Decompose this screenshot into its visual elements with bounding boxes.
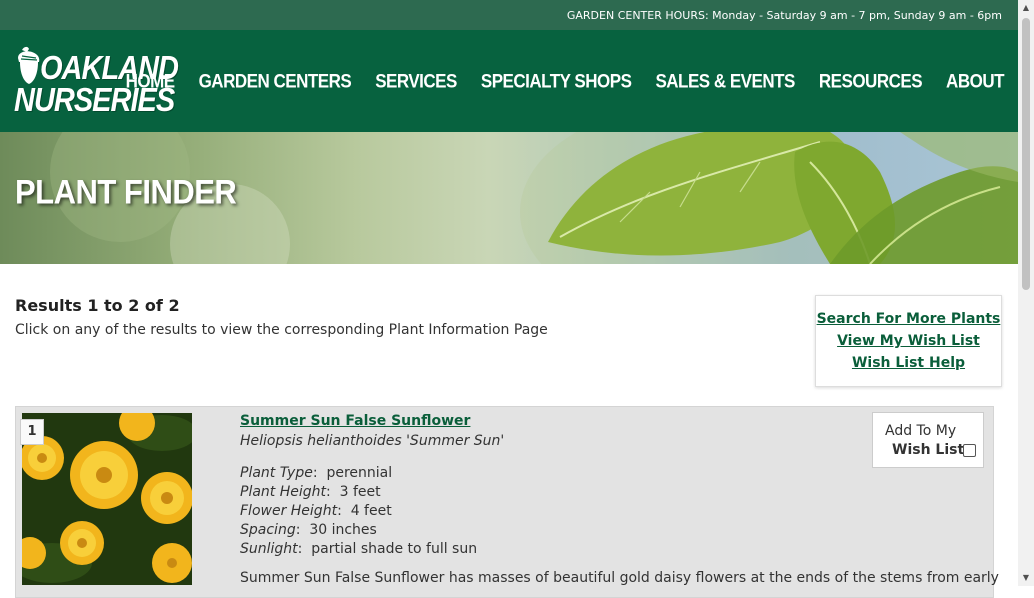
nav-home[interactable]: HOME [126, 71, 176, 93]
nav-specialty-shops[interactable]: SPECIALTY SHOPS [481, 71, 632, 93]
botanical-name: Heliopsis helianthoides 'Summer Sun' [240, 433, 505, 449]
nav-garden-centers[interactable]: GARDEN CENTERS [199, 71, 352, 93]
attr-plant-height: Plant Height: 3 feet [240, 484, 381, 500]
plant-photo[interactable] [22, 413, 192, 585]
wish-list-label-line-1: Add To My [885, 423, 957, 439]
scrollbar-thumb[interactable] [1022, 18, 1030, 290]
result-card: 1 Summer Sun False Sunflower Heliopsis h… [15, 406, 999, 598]
attr-sunlight: Sunlight: partial shade to full sun [240, 541, 478, 557]
nav-services[interactable]: SERVICES [375, 71, 457, 93]
results-instructions: Click on any of the results to view the … [15, 322, 548, 338]
attr-plant-type: Plant Type: perennial [240, 465, 393, 481]
top-info-bar: GARDEN CENTER HOURS: Monday - Saturday 9… [0, 0, 1018, 30]
vertical-scrollbar[interactable]: ▲ ▼ [1018, 0, 1034, 586]
attr-flower-height: Flower Height: 4 feet [240, 503, 392, 519]
wish-list-checkbox[interactable] [963, 444, 976, 457]
main-nav: HOME GARDEN CENTERS SERVICES SPECIALTY S… [102, 71, 1005, 93]
nav-sales-events[interactable]: SALES & EVENTS [655, 71, 795, 93]
search-more-plants-link[interactable]: Search For More Plants [816, 311, 1001, 327]
scroll-up-arrow-icon[interactable]: ▲ [1018, 0, 1034, 16]
plant-name-link[interactable]: Summer Sun False Sunflower [240, 413, 470, 429]
wish-list-label-line-2: Wish List [892, 442, 965, 458]
plant-links-box: Search For More Plants View My Wish List… [815, 295, 1002, 387]
nav-about[interactable]: ABOUT [946, 71, 1004, 93]
wish-list-help-link[interactable]: Wish List Help [816, 355, 1001, 371]
view-wish-list-link[interactable]: View My Wish List [816, 333, 1001, 349]
plant-attributes: Plant Type: perennial Plant Height: 3 fe… [240, 464, 477, 559]
garden-center-hours: GARDEN CENTER HOURS: Monday - Saturday 9… [566, 9, 1002, 22]
nav-resources[interactable]: RESOURCES [819, 71, 923, 93]
attr-spacing: Spacing: 30 inches [240, 522, 377, 538]
scroll-down-arrow-icon[interactable]: ▼ [1018, 570, 1034, 586]
page-title: PLANT FINDER [15, 172, 237, 212]
hero-banner: PLANT FINDER [0, 132, 1018, 264]
yellow-flowers-image [22, 413, 192, 585]
add-to-wish-list-box: Add To My Wish List [872, 412, 984, 468]
result-number-badge: 1 [20, 419, 44, 445]
site-header: OAKLAND NURSERIES HOME GARDEN CENTERS SE… [0, 30, 1018, 132]
results-count-heading: Results 1 to 2 of 2 [15, 296, 180, 315]
plant-description: Summer Sun False Sunflower has masses of… [240, 570, 999, 586]
